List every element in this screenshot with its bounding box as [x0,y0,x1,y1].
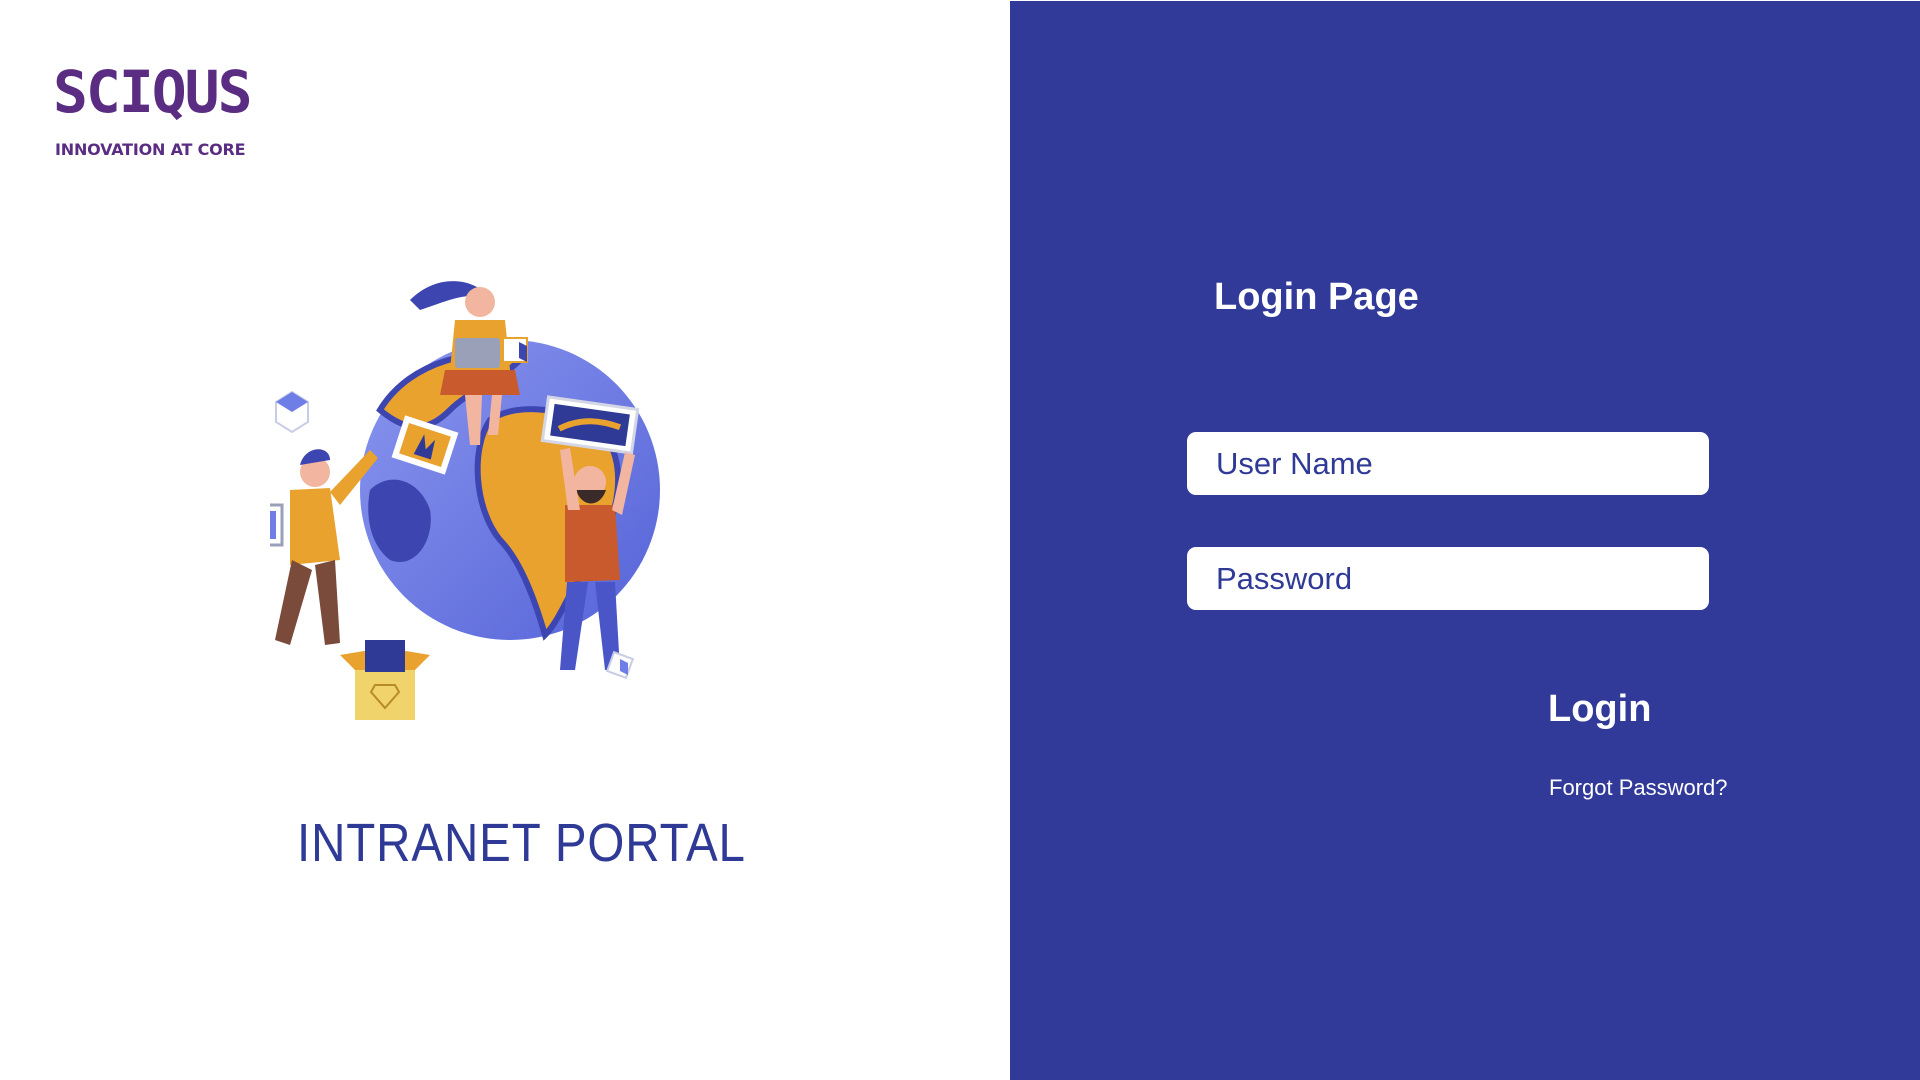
brand-tagline: INNOVATION AT CORE [55,140,246,159]
portal-title: INTRANET PORTAL [296,813,746,873]
forgot-password-link[interactable]: Forgot Password? [1549,775,1728,801]
login-button[interactable]: Login [1548,688,1651,731]
brand-name: SCIQUS [53,58,253,126]
globe-people-illustration [270,281,660,720]
login-heading: Login Page [1214,276,1419,318]
cube-top-right [502,337,528,363]
open-box [340,640,430,720]
brand-logo: SCIQUS INNOVATION AT CORE [53,58,253,159]
branding-panel: SCIQUS INNOVATION AT CORE INTRANET PORTA… [0,0,1010,1080]
login-panel [1010,1,1920,1080]
cube-left [275,390,309,434]
username-input[interactable] [1187,432,1709,495]
password-input[interactable] [1187,547,1709,610]
